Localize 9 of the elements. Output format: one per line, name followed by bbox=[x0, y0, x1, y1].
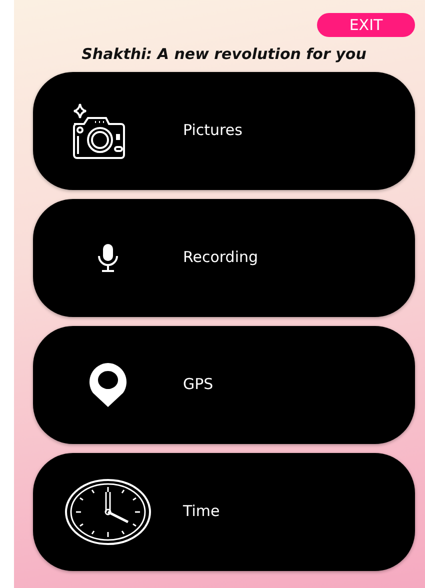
menu-card[interactable]: GPS bbox=[33, 326, 415, 444]
menu-card[interactable]: Recording bbox=[33, 198, 415, 316]
location-pin-icon bbox=[87, 362, 129, 408]
microphone-icon bbox=[96, 242, 120, 272]
clock-icon bbox=[64, 478, 152, 546]
exit-button[interactable]: EXIT bbox=[317, 13, 415, 37]
menu-card[interactable]: Time bbox=[33, 452, 415, 570]
app-title: Shakthi: A new revolution for you bbox=[80, 44, 368, 65]
menu-card[interactable]: Pictures bbox=[33, 72, 415, 190]
